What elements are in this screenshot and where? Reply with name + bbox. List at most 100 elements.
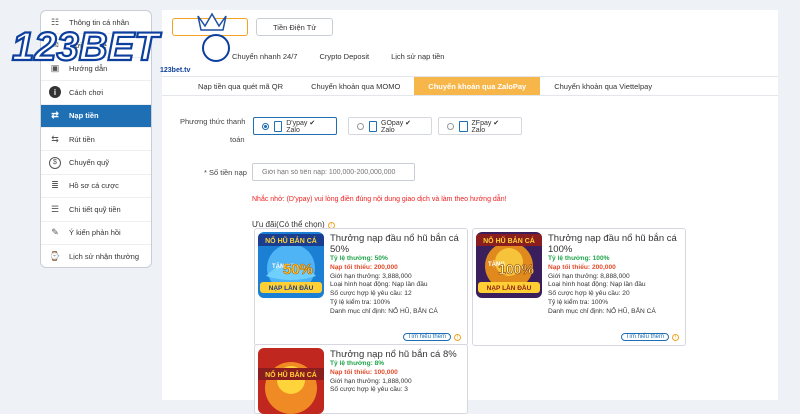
sidebar-item-label: Hồ sơ cá cược — [69, 181, 119, 191]
pay-option-dypay[interactable]: D'ypay ✔ Zalo — [253, 117, 337, 135]
sidebar-item-bet-history[interactable]: ≣ Hồ sơ cá cược — [41, 175, 151, 199]
detail-icon: ☰ — [50, 203, 60, 214]
history-icon: ⌚ — [49, 251, 61, 262]
sidebar-item-profile[interactable]: ☷ Thông tin cá nhân — [41, 11, 151, 35]
tab-crypto[interactable]: Tiền Điện Tử — [256, 18, 334, 36]
pay-option-zfpay[interactable]: ZFpay ✔ Zalo — [438, 117, 522, 135]
sidebar-item-label: Mời bạn bè — [69, 41, 107, 51]
reminder-note: Nhắc nhở: (D'ypay) vui lòng điền đúng nộ… — [252, 196, 507, 203]
offer-details: Thưởng nạp đầu nổ hũ bắn cá 100% Tỷ lệ t… — [548, 233, 679, 317]
deposit-icon: ⇄ — [51, 110, 59, 121]
pay-option-gopay[interactable]: GOpay ✔ Zalo — [348, 117, 432, 135]
sidebar-item-fund-detail[interactable]: ☰ Chi tiết quỹ tiền — [41, 198, 151, 222]
offer-rate-value: 8% — [374, 360, 385, 367]
sidebar-item-invite[interactable]: ✉ Mời bạn bè — [41, 34, 151, 58]
offer-check: Tỷ lệ kiểm tra: 100% — [330, 298, 391, 306]
sidebar-item-transfer[interactable]: $ Chuyển quỹ — [41, 151, 151, 175]
offer-card[interactable]: NỔ HŨ BẮN CÁ TẶNG 100% NẠP LẦN ĐẦU Thưởn… — [472, 228, 686, 346]
offer-rate-label: Tỷ lệ thưởng: — [330, 255, 375, 262]
sidebar-item-reward-history[interactable]: ⌚ Lịch sử nhận thưởng — [41, 245, 151, 267]
amount-input[interactable] — [252, 163, 415, 181]
sidebar-item-feedback[interactable]: ✎ Ý kiến phản hồi — [41, 222, 151, 245]
offer-type: Loại hình hoạt động: Nạp lần đầu — [330, 281, 428, 289]
account-sidebar: ☷ Thông tin cá nhân ✉ Mời bạn bè ▣ Hướng dẫ… — [40, 10, 152, 268]
offer-rate: Tỷ lệ thưởng: 8% — [330, 360, 461, 369]
document-icon — [458, 120, 468, 132]
list-icon: ≣ — [51, 180, 59, 191]
tab-qr[interactable]: Nạp tiền qua quét mã QR — [184, 77, 297, 95]
offer-min-label: Nạp tối thiểu: — [548, 263, 592, 271]
top-tabs: Tiền Điện Tử — [172, 18, 334, 36]
tab-fast-transfer[interactable]: Chuyển nhanh 24/7 — [232, 52, 297, 61]
user-list-icon: ☷ — [50, 16, 60, 27]
badge-top-text: NỔ HŨ BẮN CÁ — [265, 370, 317, 379]
tab-viettelpay[interactable]: Chuyển khoản qua Viettelpay — [540, 77, 666, 95]
badge-top-text: NỔ HŨ BẮN CÁ — [265, 236, 317, 245]
learn-more-button[interactable]: Tìm hiểu thêm! — [620, 333, 679, 341]
offer-min-label: Nạp tối thiểu: — [330, 263, 374, 271]
document-icon — [368, 120, 378, 132]
reminder-prefix: Nhắc nhở: — [252, 196, 287, 203]
radio-icon — [262, 122, 269, 130]
learn-more-label: Tìm hiểu thêm — [620, 333, 669, 341]
sidebar-item-label: Nạp tiền — [69, 111, 99, 121]
promo-badge-image: NỔ HŨ BẮN CÁ — [258, 348, 324, 414]
sidebar-item-howto[interactable]: i Cách chơi — [41, 81, 151, 105]
sub-tabs: Chuyển nhanh 24/7 Crypto Deposit Lịch sử… — [232, 52, 444, 61]
sidebar-item-withdraw[interactable]: ⇆ Rút tiền — [41, 128, 151, 152]
offer-title: Thưởng nạp đầu nổ hũ bắn cá 100% — [548, 233, 677, 255]
offer-category: Danh mục chỉ định: NỔ HŨ, BẮN CÁ — [330, 307, 438, 315]
sidebar-item-label: Rút tiền — [69, 134, 95, 144]
sidebar-item-label: Hướng dẫn — [69, 64, 108, 74]
offer-min-value: 200,000 — [591, 263, 616, 271]
offer-rate-value: 50% — [374, 255, 388, 262]
info-icon: i — [49, 86, 61, 99]
offer-rate-label: Tỷ lệ thưởng: — [330, 360, 375, 367]
info-icon: ! — [454, 333, 461, 341]
reminder-text: (D'ypay) vui lòng điền đúng nội dung gia… — [286, 196, 507, 203]
tab-bank[interactable] — [172, 18, 248, 36]
offer-rate-value: 100% — [592, 255, 610, 262]
offer-rate: Tỷ lệ thưởng: 100% — [548, 255, 679, 264]
dollar-icon: $ — [49, 156, 61, 169]
offer-rate-label: Tỷ lệ thưởng: — [548, 255, 593, 262]
offer-details: Thưởng nạp đầu nổ hũ bắn cá 50% Tỷ lệ th… — [330, 233, 461, 317]
tab-momo[interactable]: Chuyển khoản qua MOMO — [297, 77, 414, 95]
learn-more-button[interactable]: Tìm hiểu thêm! — [402, 333, 461, 341]
pay-option-label: ZFpay ✔ Zalo — [471, 119, 500, 134]
offer-title: Thưởng nạp đầu nổ hũ bắn cá 50% — [330, 233, 459, 255]
payment-method-label-line1: Phương thức thanh — [180, 117, 246, 126]
sidebar-item-label: Lịch sử nhận thưởng — [69, 252, 140, 262]
offer-title: Thưởng nạp nổ hũ bắn cá 8% — [330, 349, 457, 360]
pay-option-label: D'ypay ✔ Zalo — [286, 119, 316, 134]
gamepad-icon: ▣ — [50, 63, 60, 74]
tab-crypto-deposit[interactable]: Crypto Deposit — [319, 52, 369, 61]
badge-percent-text: 100% — [498, 261, 534, 277]
method-tabs: Nạp tiền qua quét mã QR Chuyển khoản qua… — [162, 76, 778, 96]
feedback-icon: ✎ — [51, 227, 59, 238]
badge-top-text: NỔ HŨ BẮN CÁ — [483, 236, 535, 245]
sidebar-item-deposit[interactable]: ⇄ Nạp tiền — [41, 104, 151, 128]
offer-turnover: Số cược hợp lệ yêu cầu: 3 — [330, 386, 408, 394]
sidebar-item-label: Thông tin cá nhân — [69, 17, 130, 27]
offer-turnover: Số cược hợp lệ yêu cầu: 20 — [548, 290, 630, 298]
info-icon: ! — [672, 333, 679, 341]
invite-icon: ✉ — [51, 40, 59, 51]
badge-percent-text: 50% — [283, 261, 313, 278]
offer-min-value: 200,000 — [373, 263, 398, 271]
sidebar-item-label: Ý kiến phản hồi — [69, 228, 121, 238]
promo-badge-image: NỔ HŨ BẮN CÁ TẶNG 100% NẠP LẦN ĐẦU — [476, 232, 542, 298]
payment-method-label: Phương thức thanh toán — [180, 117, 245, 144]
document-icon — [273, 120, 283, 132]
offer-card[interactable]: NỔ HŨ BẮN CÁ TẶNG 50% NẠP LẦN ĐẦU Thưởng… — [254, 228, 468, 346]
tab-deposit-history[interactable]: Lịch sử nạp tiền — [391, 52, 444, 61]
withdraw-icon: ⇆ — [51, 133, 59, 144]
sidebar-item-guide[interactable]: ▣ Hướng dẫn — [41, 58, 151, 82]
promo-badge-image: NỔ HŨ BẮN CÁ TẶNG 50% NẠP LẦN ĐẦU — [258, 232, 324, 298]
offer-min: Nạp tối thiểu: 200,000 — [330, 264, 461, 273]
offer-type: Loại hình hoạt động: Nạp lần đầu — [548, 281, 646, 289]
sidebar-item-label: Cách chơi — [69, 87, 104, 97]
offer-card[interactable]: NỔ HŨ BẮN CÁ Thưởng nạp nổ hũ bắn cá 8% … — [254, 344, 468, 414]
sidebar-item-label: Chuyển quỹ — [69, 158, 110, 168]
tab-zalopay[interactable]: Chuyển khoản qua ZaloPay — [414, 77, 541, 95]
